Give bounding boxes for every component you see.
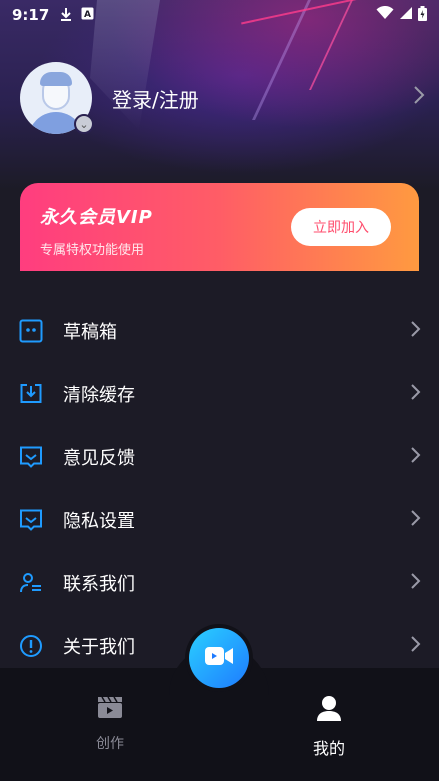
menu-label-feedback: 意见反馈	[63, 447, 135, 469]
chevron-right-icon	[410, 634, 421, 658]
menu-item-clear-cache[interactable]: 清除缓存	[0, 362, 439, 425]
status-bar: 9:17 A	[0, 0, 439, 30]
feedback-icon	[18, 444, 44, 470]
menu-label-privacy: 隐私设置	[63, 510, 135, 532]
wifi-icon	[376, 5, 394, 24]
menu-label-clear-cache: 清除缓存	[63, 384, 135, 406]
avatar[interactable]: ⌄	[20, 62, 94, 134]
chevron-right-icon	[410, 571, 421, 595]
person-icon	[316, 695, 342, 725]
menu-label-drafts: 草稿箱	[63, 321, 117, 343]
chevron-right-icon	[410, 382, 421, 406]
menu-label-contact: 联系我们	[63, 573, 135, 595]
settings-menu: 草稿箱 清除缓存 意见反馈 隐私设置 联系我们 关于我们	[0, 299, 439, 677]
clapperboard-icon	[97, 695, 123, 723]
info-icon	[18, 633, 44, 659]
status-time: 9:17	[12, 6, 50, 24]
menu-item-contact[interactable]: 联系我们	[0, 551, 439, 614]
chevron-right-icon	[410, 445, 421, 469]
join-now-button[interactable]: 立即加入	[291, 208, 391, 246]
chevron-right-icon	[410, 508, 421, 532]
clear-cache-icon	[18, 381, 44, 407]
a-notification-icon: A	[81, 7, 94, 23]
video-camera-icon	[204, 645, 234, 671]
menu-item-drafts[interactable]: 草稿箱	[0, 299, 439, 362]
menu-item-privacy[interactable]: 隐私设置	[0, 488, 439, 551]
contact-icon	[18, 570, 44, 596]
login-register-label[interactable]: 登录/注册	[112, 84, 199, 113]
download-icon	[59, 7, 73, 24]
drafts-icon	[18, 318, 44, 344]
svg-text:A: A	[84, 10, 91, 20]
login-row[interactable]: ⌄ 登录/注册	[20, 62, 425, 134]
battery-icon	[418, 5, 427, 25]
cell-signal-icon	[399, 6, 413, 24]
chevron-right-icon	[413, 85, 425, 111]
tab-mine-label: 我的	[312, 739, 345, 758]
chevron-down-icon: ⌄	[74, 114, 94, 134]
vip-banner[interactable]: 永久会员VIP 专属特权功能使用 立即加入	[20, 183, 419, 271]
tab-create[interactable]: 创作	[70, 695, 150, 753]
privacy-icon	[18, 507, 44, 533]
tab-mine[interactable]: 我的	[289, 695, 369, 759]
menu-item-feedback[interactable]: 意见反馈	[0, 425, 439, 488]
chevron-right-icon	[410, 319, 421, 343]
tab-create-label: 创作	[96, 736, 124, 752]
menu-label-about: 关于我们	[63, 636, 135, 658]
record-video-button[interactable]	[189, 628, 249, 688]
